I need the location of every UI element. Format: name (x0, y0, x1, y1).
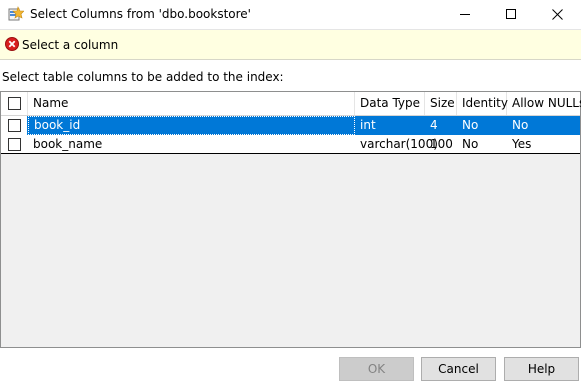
cancel-button[interactable]: Cancel (421, 357, 496, 381)
cell-data-type: varchar(100) (360, 137, 438, 151)
column-header-data-type[interactable]: Data Type (355, 92, 425, 115)
column-header-allow-nulls[interactable]: Allow NULLs (507, 92, 581, 115)
cell-name[interactable]: book_id (28, 116, 355, 135)
cell-data-type: int (360, 118, 376, 132)
error-circle-icon (5, 37, 19, 51)
header-checkbox-cell (1, 92, 28, 115)
cell-size: 4 (430, 118, 438, 132)
help-button[interactable]: Help (504, 357, 579, 381)
cell-identity: No (462, 137, 479, 151)
error-message: Select a column (22, 38, 119, 52)
column-header-name[interactable]: Name (28, 92, 355, 115)
maximize-icon (506, 9, 516, 19)
column-header-identity[interactable]: Identity (457, 92, 508, 115)
row-checkbox[interactable] (8, 119, 21, 132)
maximize-button[interactable] (489, 0, 535, 29)
cell-name[interactable]: book_name (28, 135, 355, 154)
error-banner: Select a column (0, 29, 581, 60)
cell-allow-nulls: Yes (512, 137, 532, 151)
sql-index-icon (8, 6, 24, 21)
close-icon (552, 9, 563, 20)
minimize-button[interactable] (443, 0, 489, 29)
close-button[interactable] (535, 0, 581, 29)
select-all-checkbox[interactable] (8, 97, 21, 110)
cell-size: 100 (430, 137, 453, 151)
column-header-size[interactable]: Size (425, 92, 457, 115)
cell-allow-nulls: No (512, 118, 529, 132)
window-title: Select Columns from 'dbo.bookstore' (30, 7, 251, 21)
minimize-icon (460, 14, 470, 15)
ok-button[interactable]: OK (339, 357, 414, 381)
title-bar: Select Columns from 'dbo.bookstore' (0, 0, 581, 29)
grid-header: Name Data Type Size Identity Allow NULLs (1, 92, 581, 116)
table-row[interactable]: book_id int 4 No No (1, 116, 580, 135)
row-checkbox[interactable] (8, 138, 21, 151)
columns-grid[interactable]: Name Data Type Size Identity Allow NULLs… (0, 91, 581, 348)
cell-identity: No (462, 118, 479, 132)
table-row[interactable]: book_name varchar(100) 100 No Yes (1, 135, 580, 154)
instruction-label: Select table columns to be added to the … (2, 70, 284, 84)
